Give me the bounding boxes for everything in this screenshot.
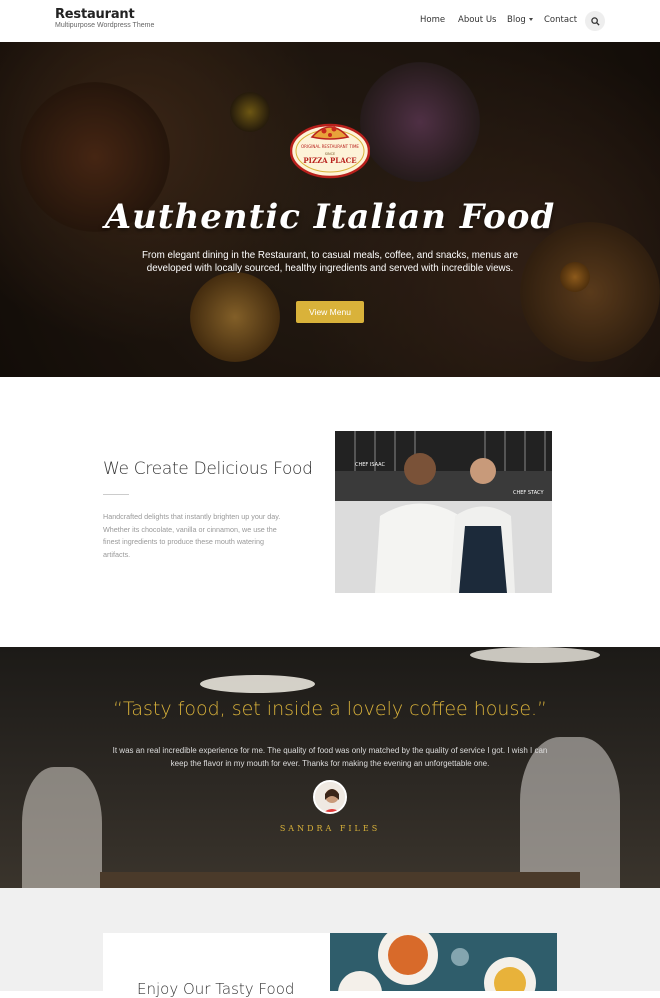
- nav-blog[interactable]: Blog: [507, 15, 533, 25]
- chef-stacy-label: CHEF STACY: [513, 490, 544, 496]
- kitchen-lamp: [200, 675, 315, 693]
- hero-description: From elegant dining in the Restaurant, t…: [141, 250, 519, 274]
- site-tagline: Multipurpose Wordpress Theme: [55, 22, 155, 29]
- nav-home[interactable]: Home: [420, 15, 445, 25]
- testimonial-author: SANDRA FILES: [279, 824, 381, 833]
- about-heading: We Create Delicious Food: [103, 459, 313, 479]
- menu-heading: Enjoy Our Tasty Food: [137, 980, 295, 998]
- search-button[interactable]: [585, 11, 605, 31]
- hero-banner: ORIGINAL RESTAURANT TIME SINCE PIZZA PLA…: [0, 42, 660, 377]
- menu-card: Enjoy Our Tasty Food: [103, 933, 330, 998]
- chevron-down-icon: [528, 18, 533, 21]
- hero-title: Authentic Italian Food: [104, 197, 556, 237]
- chef-isaac-label: CHEF ISAAC: [355, 462, 386, 468]
- about-description: Handcrafted delights that instantly brig…: [103, 512, 281, 559]
- testimonial-text: It was an real incredible experience for…: [112, 746, 548, 768]
- nav-about-us[interactable]: About Us: [458, 15, 496, 25]
- site-header: Restaurant Multipurpose Wordpress Theme …: [0, 0, 660, 42]
- pizza-place-logo[interactable]: ORIGINAL RESTAURANT TIME SINCE PIZZA PLA…: [289, 117, 371, 184]
- nav-blog-label: Blog: [507, 15, 526, 25]
- logo-name-text: PIZZA PLACE: [303, 156, 356, 165]
- food-photo: [330, 933, 557, 991]
- testimonial-quote: “Tasty food, set inside a lovely coffee …: [113, 698, 547, 720]
- kitchen-lamp: [470, 647, 600, 663]
- view-menu-button[interactable]: View Menu: [296, 301, 364, 323]
- chefs-photo: CHEF ISAAC CHEF STACY: [335, 431, 552, 593]
- site-title[interactable]: Restaurant: [55, 7, 135, 22]
- counter: [100, 872, 580, 888]
- search-icon: [590, 16, 600, 26]
- logo-top-text: ORIGINAL RESTAURANT TIME: [301, 144, 359, 149]
- menu-preview-section: Enjoy Our Tasty Food: [0, 888, 660, 998]
- nav-contact[interactable]: Contact: [544, 15, 577, 25]
- divider: [103, 494, 129, 495]
- avatar: [313, 780, 347, 814]
- testimonial-section: “Tasty food, set inside a lovely coffee …: [0, 647, 660, 888]
